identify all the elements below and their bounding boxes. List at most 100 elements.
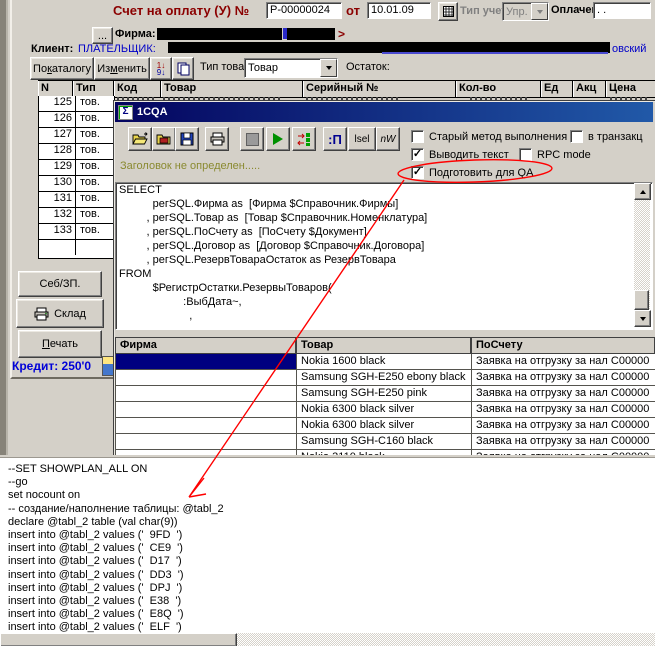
sort-button[interactable]: 1↓ 9↓	[150, 57, 172, 80]
sql-output-text[interactable]: --SET SHOWPLAN_ALL ON --go set nocount o…	[0, 458, 655, 635]
client-label: Клиент:	[31, 43, 73, 55]
copy-button[interactable]	[172, 57, 194, 80]
result-table-body: Nokia 1600 black Заявка на отгрузку за н…	[115, 354, 655, 457]
account-type-value: Упр.	[503, 6, 531, 18]
sql-vertical-scrollbar[interactable]	[634, 183, 650, 327]
chevron-down-icon[interactable]	[531, 3, 548, 20]
col-header-tovar[interactable]: Товар	[160, 81, 302, 97]
table-exchange-icon	[297, 132, 312, 147]
checkbox-prepare-qa[interactable]: ✓ Подготовить для QA	[411, 166, 533, 179]
account-type-select[interactable]: Упр.	[502, 2, 549, 21]
by-catalog-button[interactable]: По каталогу	[30, 57, 94, 80]
table-row[interactable]: 127тов.	[39, 128, 114, 144]
table-row[interactable]: 126тов.	[39, 112, 114, 128]
client-prefix: ПЛАТЕЛЬЩИК:	[78, 43, 156, 55]
stock-label: Остаток:	[346, 61, 390, 73]
sort-icon: 9↓	[157, 69, 165, 76]
item-type-select[interactable]: Товар	[244, 58, 338, 78]
client-tail: овский	[612, 43, 646, 55]
result-col-product[interactable]: Товар	[297, 338, 472, 353]
table-row[interactable]: 131тов.	[39, 192, 114, 208]
col-header-akc[interactable]: Акц	[572, 81, 605, 97]
checkbox-box[interactable]	[519, 148, 532, 161]
table-row[interactable]: Samsung SGH-C160 black Заявка на отгрузк…	[116, 434, 655, 450]
checkbox-rpc-mode[interactable]: RPC mode	[519, 148, 591, 161]
result-col-doc[interactable]: ПоСчету	[472, 338, 654, 353]
table-row[interactable]: 130тов.	[39, 176, 114, 192]
chevron-down-icon[interactable]	[320, 59, 337, 77]
col-header-kod[interactable]: Код	[113, 81, 160, 97]
sel-button[interactable]: lsel	[348, 127, 376, 151]
table-row[interactable]: Nokia 1600 black Заявка на отгрузку за н…	[116, 354, 655, 370]
save-icon	[180, 132, 194, 146]
scroll-up-button[interactable]	[634, 183, 651, 200]
cost-salary-button[interactable]: Себ/ЗП.	[18, 271, 102, 297]
firm-label: Фирма:	[115, 28, 156, 40]
sql-editor[interactable]: SELECT регSQL.Фирма as [Фирма $Справочни…	[115, 182, 653, 330]
invoice-date-field[interactable]: 10.01.09	[367, 2, 431, 19]
folder-document-icon	[156, 132, 172, 146]
calendar-button[interactable]	[438, 2, 458, 21]
qa-title-bar[interactable]: Σ 1CQA	[115, 102, 653, 122]
client-text-fragment	[382, 52, 608, 54]
table-row[interactable]: Nokia 3110 black Заявка на отгрузку за н…	[116, 450, 655, 457]
open-recent-button[interactable]	[152, 127, 176, 151]
copy-icon	[177, 62, 190, 76]
table-row[interactable]: Nokia 6300 black silver Заявка на отгруз…	[116, 402, 655, 418]
scroll-down-button[interactable]	[634, 310, 651, 327]
selected-cell[interactable]	[116, 354, 297, 369]
firm-browse-button[interactable]: ...	[92, 27, 113, 44]
stop-button[interactable]	[240, 127, 264, 151]
item-type-value: Товар	[245, 62, 320, 74]
col-header-ed[interactable]: Ед	[540, 81, 572, 97]
horizontal-scrollbar[interactable]	[0, 633, 655, 646]
qa-window-icon: Σ	[118, 105, 133, 120]
invoice-title: Счет на оплату (У) №	[113, 3, 249, 18]
table-row[interactable]: 132тов.	[39, 208, 114, 224]
checkmark-icon[interactable]: ✓	[411, 148, 424, 161]
checkbox-box[interactable]	[411, 130, 424, 143]
table-row[interactable]: 125тов.	[39, 96, 114, 112]
paid-field[interactable]: . .	[593, 2, 651, 19]
warehouse-button[interactable]: Склад	[16, 299, 104, 328]
table-row[interactable]: 129тов.	[39, 160, 114, 176]
calendar-icon	[443, 6, 454, 17]
col-header-n[interactable]: N	[38, 81, 72, 97]
table-row[interactable]: Nokia 6300 black silver Заявка на отгруз…	[116, 418, 655, 434]
checkbox-old-method[interactable]: Старый метод выполнения	[411, 130, 567, 143]
table-row[interactable]: Samsung SGH-E250 pink Заявка на отгрузку…	[116, 386, 655, 402]
open-file-button[interactable]	[128, 127, 152, 151]
result-col-firm[interactable]: Фирма	[116, 338, 297, 353]
firm-redaction-bar	[287, 28, 335, 40]
col-header-cena[interactable]: Цена	[605, 81, 655, 97]
from-label: от	[346, 3, 360, 18]
edit-button[interactable]: Изменить	[94, 57, 150, 80]
items-table-header: N Тип Код Товар Серийный № Кол-во Ед Акц…	[38, 80, 655, 98]
nw-button[interactable]: nW	[376, 127, 400, 151]
stop-icon	[246, 133, 259, 146]
table-row[interactable]: Samsung SGH-E250 ebony black Заявка на о…	[116, 370, 655, 386]
table-row[interactable]: 128тов.	[39, 144, 114, 160]
scroll-thumb[interactable]	[0, 633, 237, 646]
print-query-button[interactable]	[205, 127, 229, 151]
checkmark-icon[interactable]: ✓	[411, 166, 424, 179]
screen: Счет на оплату (У) № Р-00000024 от 10.01…	[0, 0, 655, 646]
checkbox-output-text[interactable]: ✓ Выводить текст	[411, 148, 509, 161]
col-header-tip[interactable]: Тип	[72, 81, 113, 97]
run-button[interactable]	[266, 127, 290, 151]
scroll-thumb[interactable]	[634, 290, 649, 310]
checkbox-in-transaction[interactable]: в транзакц	[570, 130, 643, 143]
invoice-number-field[interactable]: Р-00000024	[266, 2, 342, 19]
save-button[interactable]	[175, 127, 199, 151]
pi-button[interactable]: :П	[323, 127, 347, 151]
col-header-serial[interactable]: Серийный №	[302, 81, 455, 97]
qa-status-text: Заголовок не определен.....	[120, 160, 260, 172]
checkbox-box[interactable]	[570, 130, 583, 143]
print-button[interactable]: Печать	[18, 330, 102, 358]
col-header-kolvo[interactable]: Кол-во	[455, 81, 540, 97]
table-row-empty[interactable]	[39, 240, 114, 255]
exchange-table-button[interactable]	[292, 127, 316, 151]
left-window-edge	[0, 0, 10, 457]
table-row[interactable]: 133тов.	[39, 224, 114, 240]
firm-text-fragment	[283, 28, 287, 39]
